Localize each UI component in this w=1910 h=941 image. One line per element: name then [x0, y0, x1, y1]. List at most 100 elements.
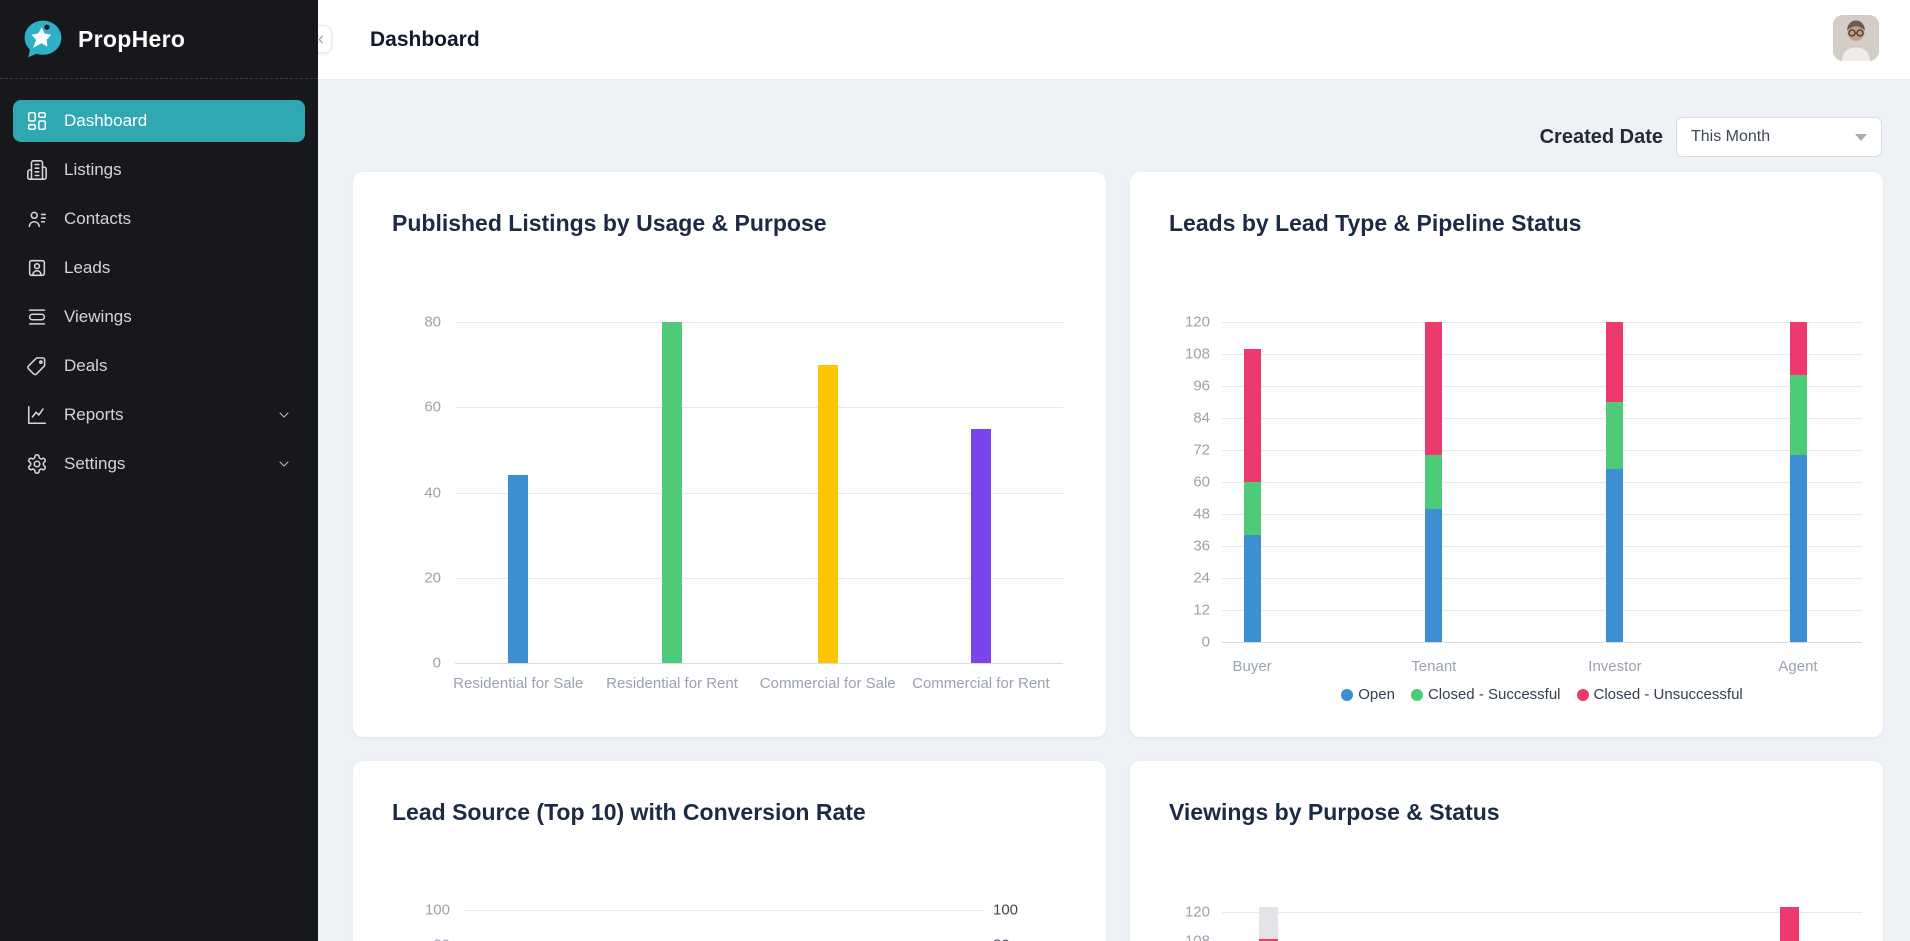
card-leads-pipeline: Leads by Lead Type & Pipeline Status 012…: [1130, 172, 1883, 737]
created-date-label: Created Date: [1540, 126, 1663, 149]
gear-icon: [26, 453, 48, 475]
gridline: [1222, 578, 1862, 579]
legend-item[interactable]: Closed - Unsuccessful: [1577, 686, 1743, 703]
x-axis-category-label: Tenant: [1411, 658, 1456, 675]
legend-label: Open: [1358, 686, 1395, 703]
chevron-down-icon: [276, 456, 292, 472]
brand-logo[interactable]: PropHero: [0, 0, 318, 79]
sidebar-item-contacts[interactable]: Contacts: [13, 198, 305, 240]
legend-label: Closed - Successful: [1428, 686, 1561, 703]
y-axis-tick-label: 0: [353, 655, 441, 672]
y-axis-tick-label: 108: [1130, 346, 1210, 363]
sidebar-item-settings[interactable]: Settings: [13, 443, 305, 485]
sidebar-item-viewings[interactable]: Viewings: [13, 296, 305, 338]
gridline: [1222, 642, 1862, 643]
sidebar-item-label: Deals: [64, 356, 107, 376]
bar-segment: [1780, 907, 1799, 941]
gridline: [1222, 354, 1862, 355]
sidebar-item-label: Leads: [64, 258, 110, 278]
bar-segment: [1244, 482, 1261, 535]
page-title: Dashboard: [370, 28, 480, 52]
sidebar: PropHero Dashboard Listings Contacts Leads V…: [0, 0, 318, 941]
gridline: [1222, 546, 1862, 547]
bar-segment: [1790, 455, 1807, 642]
main-content: Created Date This Month Published Listin…: [318, 79, 1910, 941]
bar-segment: [1425, 509, 1442, 642]
x-axis-category-label: Residential for Sale: [453, 675, 583, 692]
y-axis-tick-label-right: 80: [993, 937, 1053, 941]
x-axis-category-label: Buyer: [1232, 658, 1271, 675]
sidebar-item-deals[interactable]: Deals: [13, 345, 305, 387]
contacts-icon: [26, 208, 48, 230]
y-axis-tick-label: 80: [353, 314, 441, 331]
bar-segment: [1425, 322, 1442, 455]
bar-segment: [1606, 322, 1623, 402]
sidebar-item-dashboard[interactable]: Dashboard: [13, 100, 305, 142]
legend-dot-icon: [1341, 689, 1353, 701]
date-range-select[interactable]: This Month: [1676, 117, 1882, 157]
legend-dot-icon: [1411, 689, 1423, 701]
gridline: [1222, 386, 1862, 387]
bar-segment: [1790, 375, 1807, 455]
chart-viewings-status: 01224364860728496108120: [1130, 761, 1883, 941]
gridline: [465, 910, 984, 911]
y-axis-tick-label: 60: [353, 399, 441, 416]
app-root: PropHero Dashboard Listings Contacts Leads V…: [0, 0, 1910, 941]
sidebar-item-label: Reports: [64, 405, 124, 425]
chevron-down-icon: [276, 407, 292, 423]
date-range-value: This Month: [1691, 128, 1770, 146]
viewings-icon: [26, 306, 48, 328]
chevron-down-icon: [276, 456, 292, 472]
avatar[interactable]: [1833, 15, 1879, 61]
x-axis-category-label: Agent: [1778, 658, 1817, 675]
gridline: [1222, 912, 1862, 913]
x-axis-category-label: Commercial for Sale: [760, 675, 896, 692]
gridline: [455, 407, 1063, 408]
gridline: [455, 663, 1063, 664]
sidebar-item-leads[interactable]: Leads: [13, 247, 305, 289]
y-axis-tick-label: 96: [1130, 378, 1210, 395]
sidebar-item-listings[interactable]: Listings: [13, 149, 305, 191]
bar: [971, 429, 991, 663]
y-axis-tick-label: 100: [353, 902, 450, 919]
bar: [662, 322, 682, 663]
bar-segment: [1259, 907, 1278, 938]
gridline: [1222, 322, 1862, 323]
y-axis-tick-label: 0: [1130, 634, 1210, 651]
y-axis-tick-label-right: 100: [993, 902, 1053, 919]
sidebar-item-label: Dashboard: [64, 111, 147, 131]
gridline: [455, 322, 1063, 323]
line-chart-icon: [26, 404, 48, 426]
y-axis-tick-label: 36: [1130, 538, 1210, 555]
created-date-filter: Created Date This Month: [1540, 117, 1882, 157]
header: Dashboard: [318, 0, 1910, 80]
bar: [508, 475, 528, 663]
y-axis-tick-label: 60: [1130, 474, 1210, 491]
card-published-listings: Published Listings by Usage & Purpose 02…: [353, 172, 1106, 737]
chart-lead-source: 002020404060608080100100: [353, 761, 1106, 941]
legend-dot-icon: [1577, 689, 1589, 701]
x-axis-category-label: Residential for Rent: [606, 675, 738, 692]
chevron-down-icon: [276, 407, 292, 423]
legend-item[interactable]: Closed - Successful: [1411, 686, 1561, 703]
y-axis-tick-label: 12: [1130, 602, 1210, 619]
card-viewings-status: Viewings by Purpose & Status 01224364860…: [1130, 761, 1883, 941]
lead-card-icon: [26, 257, 48, 279]
y-axis-tick-label: 84: [1130, 410, 1210, 427]
bar-segment: [1606, 469, 1623, 642]
legend-item[interactable]: Open: [1341, 686, 1395, 703]
gridline: [1222, 450, 1862, 451]
chart-legend: Open Closed - Successful Closed - Unsucces…: [1222, 686, 1862, 703]
prophero-logo-icon: [22, 18, 64, 60]
legend-label: Closed - Unsuccessful: [1594, 686, 1743, 703]
sidebar-item-label: Contacts: [64, 209, 131, 229]
sidebar-item-label: Listings: [64, 160, 122, 180]
bar-segment: [1244, 535, 1261, 642]
y-axis-tick-label: 24: [1130, 570, 1210, 587]
avatar-photo: [1833, 15, 1879, 61]
gridline: [1222, 514, 1862, 515]
sidebar-item-reports[interactable]: Reports: [13, 394, 305, 436]
building-icon: [26, 159, 48, 181]
bar-segment: [1606, 402, 1623, 469]
card-lead-source: Lead Source (Top 10) with Conversion Rat…: [353, 761, 1106, 941]
